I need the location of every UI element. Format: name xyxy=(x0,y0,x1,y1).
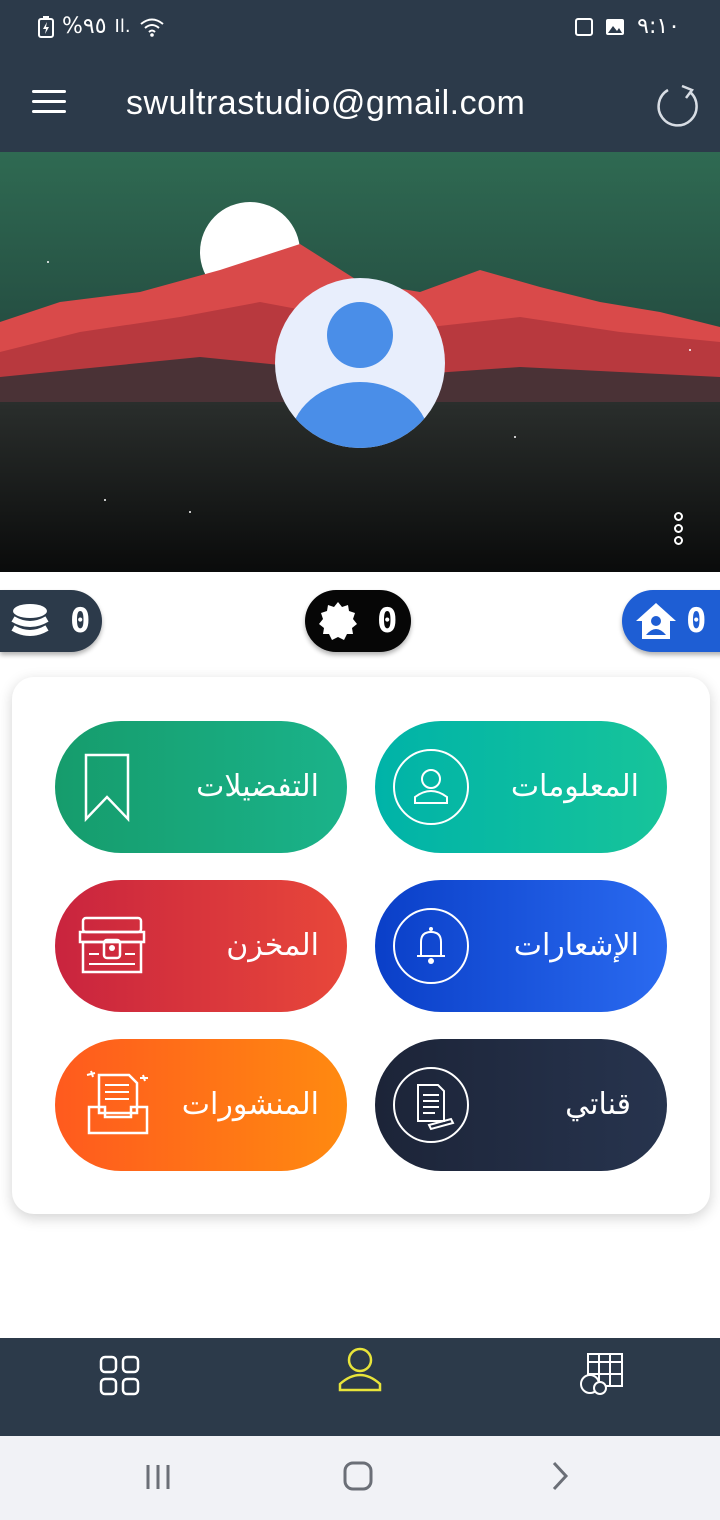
tile-favorites[interactable]: التفضيلات xyxy=(55,721,347,853)
tile-storage[interactable]: المخزن xyxy=(55,880,347,1012)
home-count: 0 xyxy=(686,601,707,641)
coins-icon xyxy=(11,604,49,636)
calendar-fruits-icon[interactable] xyxy=(578,1350,626,1398)
system-navigation xyxy=(0,1436,720,1520)
tile-favorites-label: التفضيلات xyxy=(196,769,319,804)
menu-card: المعلومات التفضيلات الإشعارات المخزن قنا… xyxy=(12,677,710,1214)
grid-icon[interactable] xyxy=(98,1354,142,1398)
badges-count: 0 xyxy=(377,601,398,641)
home-counter[interactable]: 0 xyxy=(622,590,720,652)
bookmark-icon xyxy=(84,753,130,823)
tile-information[interactable]: المعلومات xyxy=(375,721,667,853)
status-left: %٩٥ Il. xyxy=(38,14,165,39)
refresh-icon[interactable] xyxy=(654,78,700,128)
battery-charging-icon xyxy=(38,15,54,38)
clock: ٩:١٠ xyxy=(637,14,680,39)
tile-my-channel-label: قناتي xyxy=(565,1087,631,1122)
battery-percent: %٩٥ xyxy=(62,14,107,39)
coins-count: 0 xyxy=(70,601,91,641)
hamburger-menu-icon[interactable] xyxy=(32,90,66,114)
back-icon[interactable] xyxy=(548,1460,572,1492)
tile-posts[interactable]: المنشورات xyxy=(55,1039,347,1171)
badges-counter[interactable]: 0 xyxy=(305,590,411,652)
status-bar: %٩٥ Il. ٩:١٠ xyxy=(0,0,720,56)
coins-counter[interactable]: 0 xyxy=(0,590,102,652)
home-user-icon xyxy=(636,603,676,639)
badge-seal-icon xyxy=(319,602,357,640)
tile-posts-label: المنشورات xyxy=(181,1087,319,1122)
tile-information-label: المعلومات xyxy=(510,769,639,804)
treasure-chest-icon xyxy=(78,916,146,974)
home-icon[interactable] xyxy=(342,1460,374,1492)
image-icon xyxy=(606,18,625,35)
account-email-title: swultrastudio@gmail.com xyxy=(126,84,526,122)
profile-avatar[interactable] xyxy=(275,278,445,448)
signal-strength: Il. xyxy=(114,16,131,37)
more-options-icon[interactable] xyxy=(674,512,684,548)
user-icon xyxy=(393,749,469,825)
avatar-body-shape xyxy=(290,382,430,448)
bottom-navigation xyxy=(0,1338,720,1436)
recent-apps-icon[interactable] xyxy=(143,1462,173,1492)
tile-storage-label: المخزن xyxy=(226,928,319,963)
tile-notifications[interactable]: الإشعارات xyxy=(375,880,667,1012)
wifi-icon xyxy=(139,18,164,37)
avatar-head-shape xyxy=(327,302,393,368)
profile-icon[interactable] xyxy=(336,1346,384,1394)
tile-my-channel[interactable]: قناتي xyxy=(375,1039,667,1171)
status-right: ٩:١٠ xyxy=(575,14,680,39)
notification-icon xyxy=(575,17,594,36)
tile-notifications-label: الإشعارات xyxy=(513,928,639,963)
app-bar: swultrastudio@gmail.com xyxy=(0,56,720,152)
bell-icon xyxy=(393,908,469,984)
document-pen-icon xyxy=(393,1067,469,1143)
posts-inbox-icon xyxy=(86,1070,149,1135)
profile-banner xyxy=(0,152,720,572)
